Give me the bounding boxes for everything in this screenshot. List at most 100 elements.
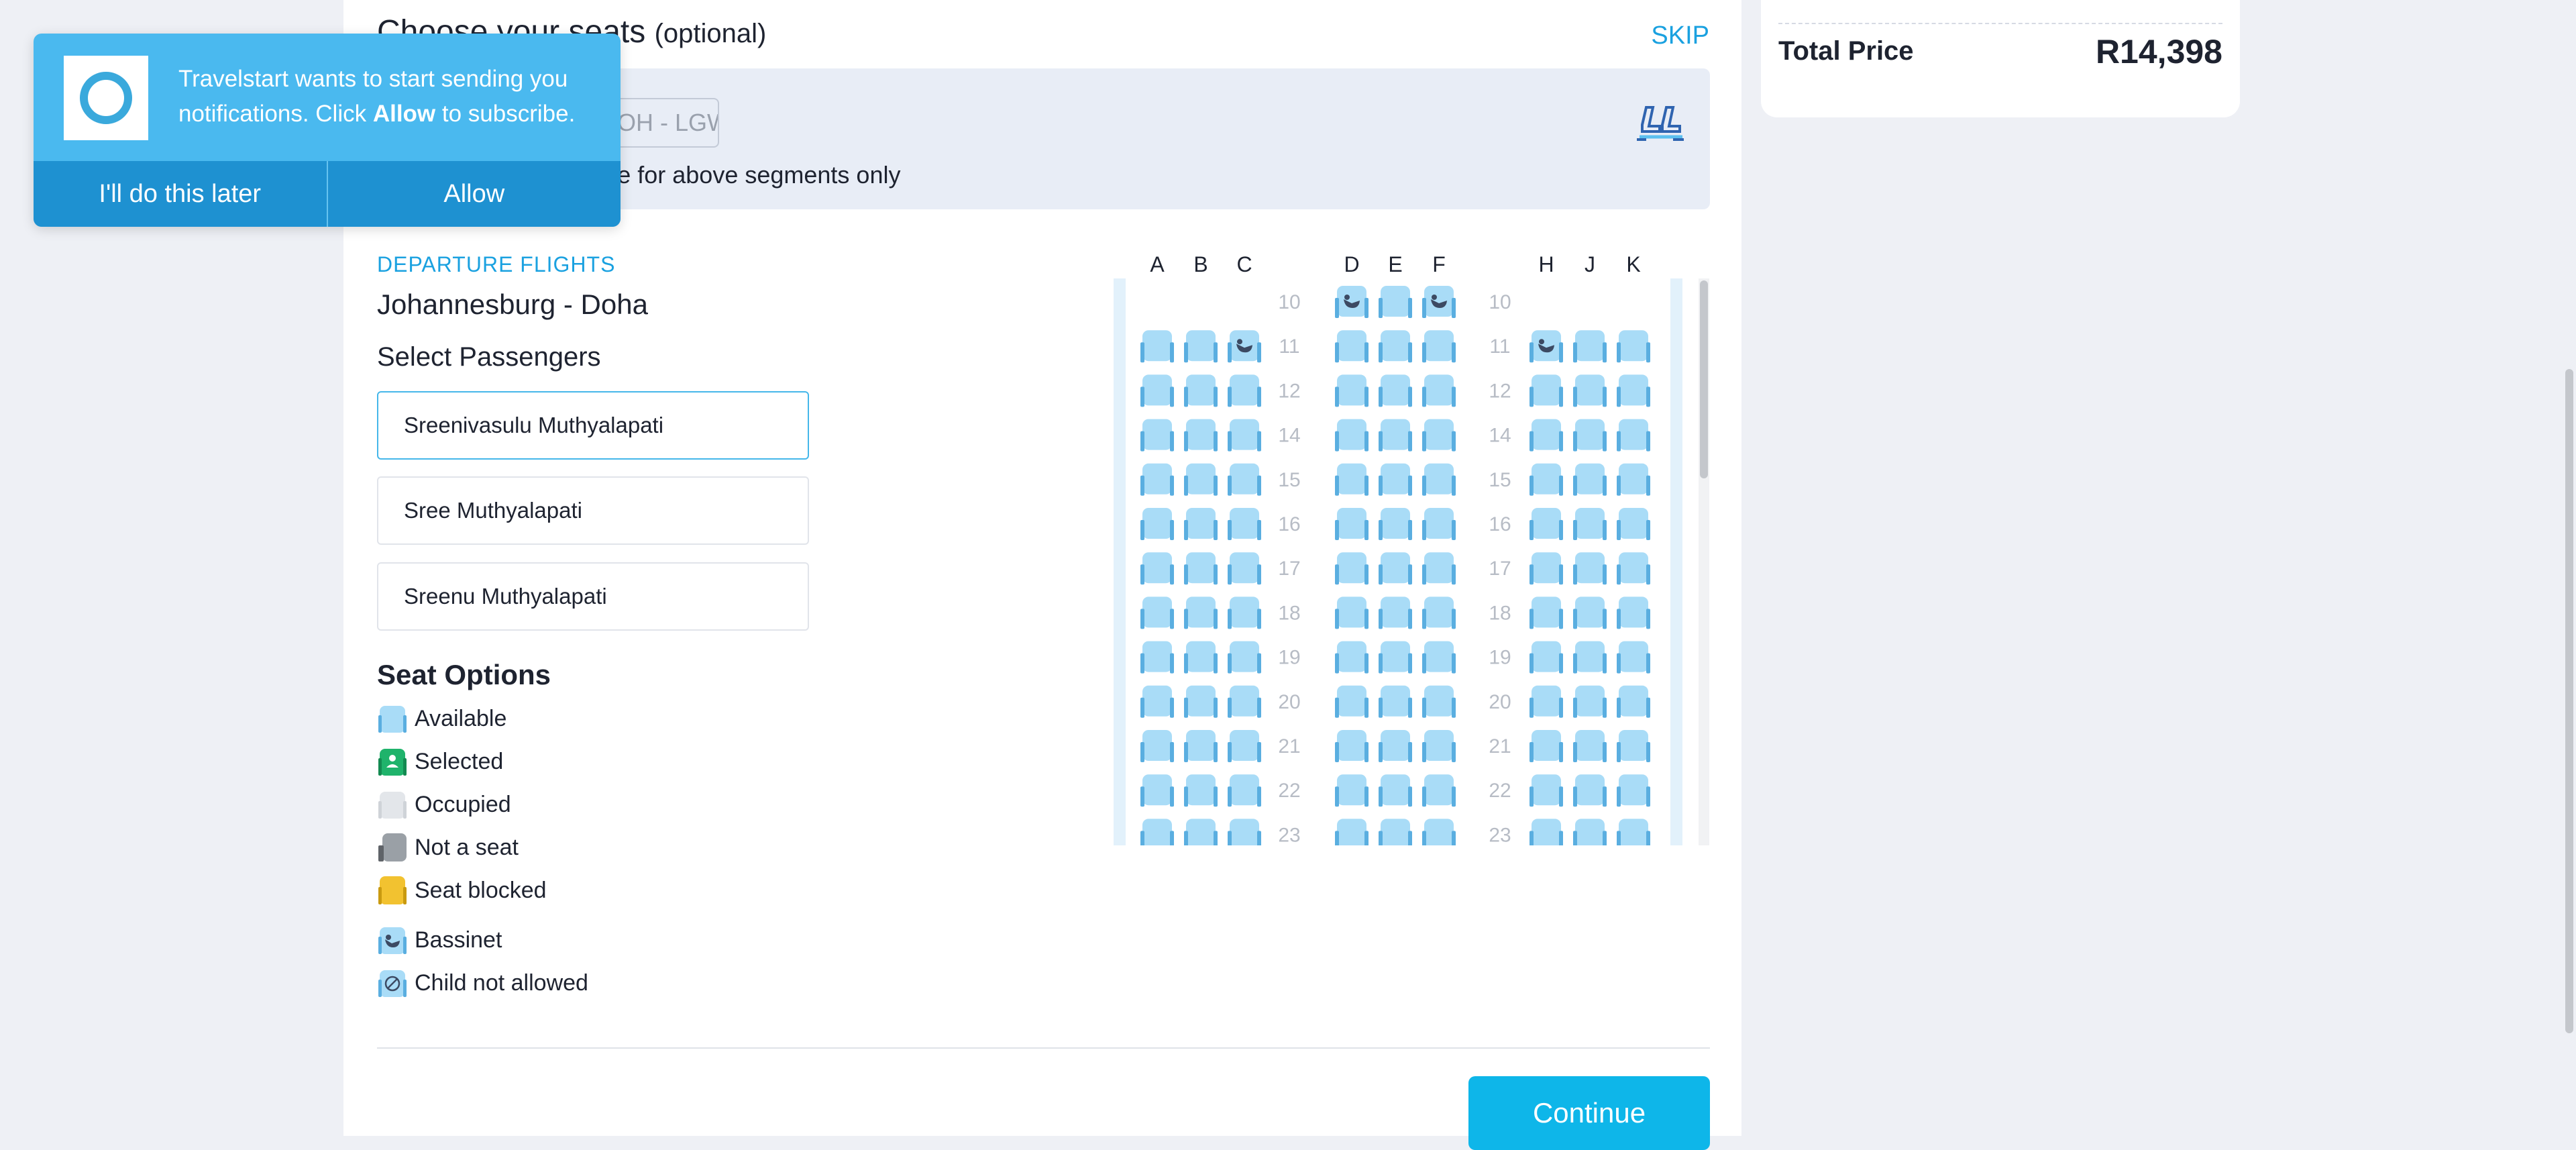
available-seat[interactable]	[1379, 596, 1412, 629]
available-seat[interactable]	[1422, 596, 1456, 629]
available-seat[interactable]	[1617, 685, 1650, 718]
available-seat[interactable]	[1529, 419, 1563, 452]
available-seat[interactable]	[1573, 641, 1607, 674]
available-seat[interactable]	[1529, 374, 1563, 407]
available-seat[interactable]	[1335, 508, 1368, 540]
available-seat[interactable]	[1529, 774, 1563, 807]
available-seat[interactable]	[1379, 730, 1412, 762]
available-seat[interactable]	[1228, 641, 1261, 674]
available-seat[interactable]	[1228, 552, 1261, 585]
available-seat[interactable]	[1228, 596, 1261, 629]
available-seat[interactable]	[1228, 685, 1261, 718]
available-seat[interactable]	[1335, 685, 1368, 718]
available-seat[interactable]	[1184, 552, 1218, 585]
available-seat[interactable]	[1184, 463, 1218, 496]
skip-link[interactable]: SKIP	[1651, 21, 1709, 50]
available-seat[interactable]	[1228, 508, 1261, 540]
available-seat[interactable]	[1140, 419, 1174, 452]
available-seat[interactable]	[1140, 819, 1174, 845]
available-seat[interactable]	[1335, 330, 1368, 363]
available-seat[interactable]	[1529, 552, 1563, 585]
available-seat[interactable]	[1335, 730, 1368, 762]
available-seat[interactable]	[1140, 508, 1174, 540]
allow-button[interactable]: Allow	[328, 161, 621, 227]
available-seat[interactable]	[1184, 730, 1218, 762]
available-seat[interactable]	[1422, 685, 1456, 718]
available-seat[interactable]	[1140, 730, 1174, 762]
available-seat[interactable]	[1422, 552, 1456, 585]
available-seat[interactable]	[1379, 330, 1412, 363]
available-seat[interactable]	[1573, 730, 1607, 762]
available-seat[interactable]	[1422, 641, 1456, 674]
passenger-option[interactable]: Sreenivasulu Muthyalapati	[377, 391, 809, 460]
available-seat[interactable]	[1184, 596, 1218, 629]
page-scrollbar-thumb[interactable]	[2565, 369, 2573, 1033]
available-seat[interactable]	[1228, 774, 1261, 807]
available-seat[interactable]	[1573, 552, 1607, 585]
available-seat[interactable]	[1184, 374, 1218, 407]
available-seat[interactable]	[1529, 819, 1563, 845]
available-seat[interactable]	[1184, 774, 1218, 807]
bassinet-seat[interactable]	[1335, 286, 1368, 318]
available-seat[interactable]	[1379, 286, 1412, 318]
available-seat[interactable]	[1617, 330, 1650, 363]
available-seat[interactable]	[1379, 774, 1412, 807]
bassinet-seat[interactable]	[1228, 330, 1261, 363]
available-seat[interactable]	[1228, 730, 1261, 762]
available-seat[interactable]	[1335, 641, 1368, 674]
available-seat[interactable]	[1422, 419, 1456, 452]
available-seat[interactable]	[1335, 819, 1368, 845]
available-seat[interactable]	[1184, 685, 1218, 718]
available-seat[interactable]	[1422, 463, 1456, 496]
available-seat[interactable]	[1379, 819, 1412, 845]
available-seat[interactable]	[1617, 596, 1650, 629]
available-seat[interactable]	[1379, 463, 1412, 496]
available-seat[interactable]	[1422, 374, 1456, 407]
available-seat[interactable]	[1335, 596, 1368, 629]
passenger-option[interactable]: Sreenu Muthyalapati	[377, 562, 809, 631]
available-seat[interactable]	[1140, 596, 1174, 629]
available-seat[interactable]	[1529, 685, 1563, 718]
available-seat[interactable]	[1379, 552, 1412, 585]
available-seat[interactable]	[1529, 463, 1563, 496]
available-seat[interactable]	[1379, 685, 1412, 718]
available-seat[interactable]	[1573, 330, 1607, 363]
available-seat[interactable]	[1140, 685, 1174, 718]
available-seat[interactable]	[1573, 463, 1607, 496]
available-seat[interactable]	[1529, 508, 1563, 540]
available-seat[interactable]	[1617, 552, 1650, 585]
available-seat[interactable]	[1617, 463, 1650, 496]
available-seat[interactable]	[1335, 419, 1368, 452]
passenger-option[interactable]: Sree Muthyalapati	[377, 476, 809, 545]
available-seat[interactable]	[1573, 419, 1607, 452]
available-seat[interactable]	[1422, 330, 1456, 363]
available-seat[interactable]	[1617, 641, 1650, 674]
available-seat[interactable]	[1529, 730, 1563, 762]
page-scrollbar[interactable]	[2563, 0, 2576, 1136]
available-seat[interactable]	[1573, 596, 1607, 629]
available-seat[interactable]	[1335, 552, 1368, 585]
available-seat[interactable]	[1228, 463, 1261, 496]
available-seat[interactable]	[1335, 374, 1368, 407]
available-seat[interactable]	[1140, 330, 1174, 363]
available-seat[interactable]	[1379, 419, 1412, 452]
available-seat[interactable]	[1617, 774, 1650, 807]
available-seat[interactable]	[1422, 730, 1456, 762]
available-seat[interactable]	[1140, 774, 1174, 807]
available-seat[interactable]	[1573, 774, 1607, 807]
available-seat[interactable]	[1529, 596, 1563, 629]
available-seat[interactable]	[1379, 374, 1412, 407]
available-seat[interactable]	[1379, 641, 1412, 674]
available-seat[interactable]	[1140, 463, 1174, 496]
available-seat[interactable]	[1184, 819, 1218, 845]
available-seat[interactable]	[1140, 552, 1174, 585]
available-seat[interactable]	[1184, 419, 1218, 452]
available-seat[interactable]	[1140, 374, 1174, 407]
available-seat[interactable]	[1422, 819, 1456, 845]
available-seat[interactable]	[1573, 508, 1607, 540]
available-seat[interactable]	[1573, 685, 1607, 718]
available-seat[interactable]	[1573, 374, 1607, 407]
available-seat[interactable]	[1140, 641, 1174, 674]
available-seat[interactable]	[1184, 508, 1218, 540]
available-seat[interactable]	[1184, 330, 1218, 363]
